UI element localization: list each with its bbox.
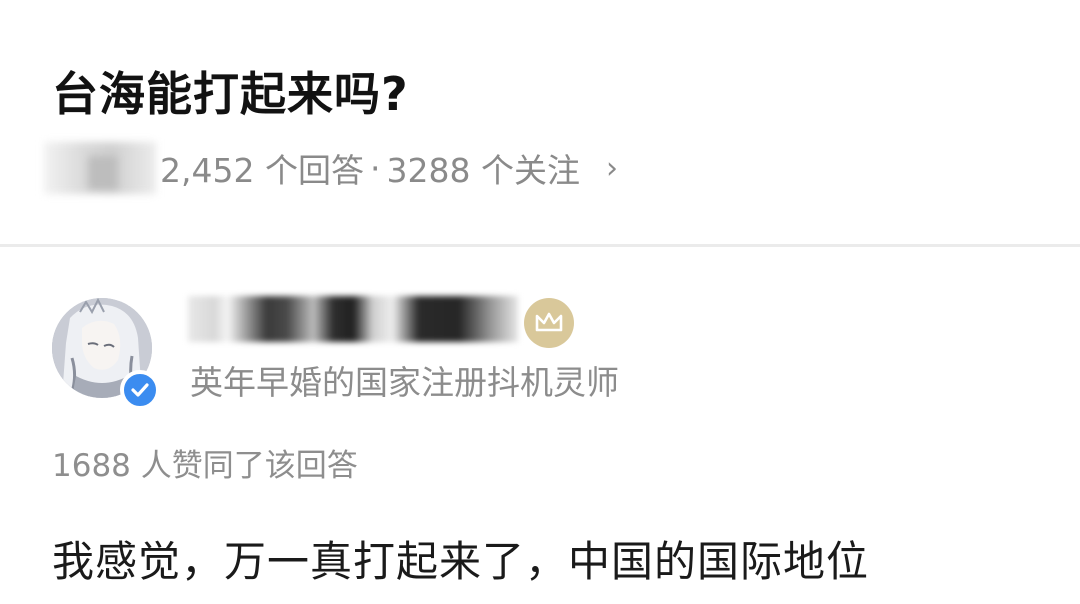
vote-count: 1688 人赞同了该回答 — [52, 448, 358, 484]
question-title[interactable]: 台海能打起来吗? — [52, 58, 409, 124]
answer-body[interactable]: 我感觉，万一真打起来了，中国的国际地位 — [52, 528, 869, 589]
author-name-redacted[interactable] — [188, 296, 518, 342]
section-divider — [0, 244, 1080, 247]
answer-count: 2,452 个回答 — [160, 151, 364, 190]
crown-icon — [524, 298, 574, 348]
chevron-right-icon[interactable]: › — [606, 151, 618, 186]
question-meta[interactable]: 2,452 个回答 · 3288 个关注 › — [44, 140, 618, 196]
blurred-topic-tag — [44, 142, 156, 194]
author-bio: 英年早婚的国家注册抖机灵师 — [190, 363, 619, 402]
follow-count: 3288 个关注 — [386, 151, 580, 190]
meta-separator: · — [369, 148, 381, 188]
verified-check-icon — [120, 370, 160, 410]
